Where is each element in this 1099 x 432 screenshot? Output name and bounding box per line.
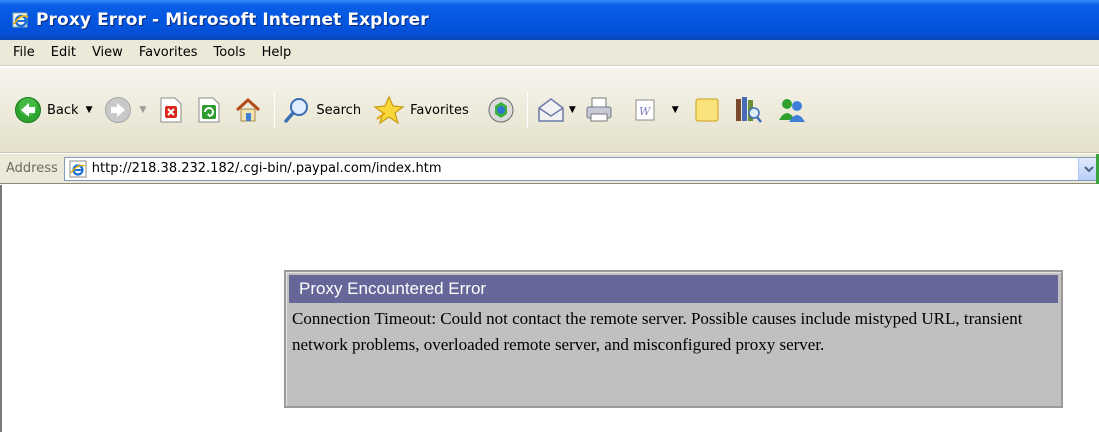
media-button[interactable] — [487, 90, 515, 130]
stop-button[interactable] — [158, 90, 184, 130]
home-icon — [236, 97, 261, 122]
menu-tools[interactable]: Tools — [207, 42, 255, 63]
menu-view[interactable]: View — [85, 42, 132, 63]
chevron-down-icon — [1083, 165, 1094, 172]
favorites-label: Favorites — [410, 102, 469, 118]
proxy-error-box: Proxy Encountered Error Connection Timeo… — [284, 270, 1063, 408]
back-button[interactable]: Back ▼ — [14, 90, 100, 130]
chevron-down-icon[interactable]: ▼ — [672, 105, 679, 115]
address-dropdown-button[interactable] — [1078, 157, 1098, 180]
favorites-star-icon — [373, 95, 405, 125]
menu-bar: File Edit View Favorites Tools Help — [0, 40, 1099, 66]
messenger-icon — [778, 99, 805, 122]
print-button[interactable] — [584, 90, 614, 130]
mail-button[interactable]: ▼ — [536, 90, 580, 130]
printer-icon — [586, 97, 612, 122]
refresh-icon — [198, 97, 220, 123]
back-label: Back — [47, 102, 79, 118]
internet-explorer-icon — [12, 12, 29, 28]
chevron-down-icon[interactable]: ▼ — [139, 105, 146, 115]
menu-favorites[interactable]: Favorites — [132, 42, 207, 63]
chevron-down-icon[interactable]: ▼ — [569, 105, 576, 115]
messenger-button[interactable] — [775, 90, 807, 130]
mail-icon — [538, 98, 564, 122]
media-icon — [488, 97, 514, 123]
forward-button[interactable]: ▼ — [104, 90, 154, 130]
stop-icon — [160, 97, 182, 123]
back-arrow-icon — [15, 97, 41, 123]
address-input[interactable]: http://218.38.232.182/.cgi-bin/.paypal.c… — [63, 156, 1099, 181]
page-content: Proxy Encountered Error Connection Timeo… — [0, 185, 1099, 432]
research-button[interactable] — [733, 90, 763, 130]
note-icon — [695, 98, 719, 122]
standard-toolbar: Back ▼ ▼ Search Favorites ▼ W ▼ — [0, 67, 1099, 153]
search-button[interactable]: Search — [283, 90, 361, 130]
ie-page-icon — [69, 160, 87, 177]
favorites-button[interactable]: Favorites — [373, 90, 469, 130]
forward-arrow-icon — [105, 97, 132, 123]
refresh-button[interactable] — [196, 90, 222, 130]
error-message: Connection Timeout: Could not contact th… — [292, 309, 1023, 354]
title-bar: Proxy Error - Microsoft Internet Explore… — [0, 0, 1099, 40]
edit-button[interactable]: W ▼ — [634, 90, 689, 130]
window-title: Proxy Error - Microsoft Internet Explore… — [36, 10, 429, 30]
toolbar-separator — [274, 92, 276, 128]
address-bar: Address http://218.38.232.182/.cgi-bin/.… — [0, 154, 1099, 184]
address-label: Address — [6, 161, 58, 176]
word-edit-icon: W — [635, 99, 655, 121]
toolbar-separator — [526, 92, 528, 128]
research-books-icon — [735, 97, 762, 123]
search-icon — [284, 98, 309, 123]
menu-help[interactable]: Help — [255, 42, 301, 63]
menu-file[interactable]: File — [6, 42, 44, 63]
error-title: Proxy Encountered Error — [289, 275, 1058, 303]
address-url: http://218.38.232.182/.cgi-bin/.paypal.c… — [91, 161, 442, 176]
search-label: Search — [316, 102, 362, 118]
discuss-button[interactable] — [693, 90, 721, 130]
home-button[interactable] — [234, 90, 262, 130]
chevron-down-icon[interactable]: ▼ — [86, 105, 93, 115]
menu-edit[interactable]: Edit — [44, 42, 85, 63]
svg-text:W: W — [639, 105, 652, 118]
